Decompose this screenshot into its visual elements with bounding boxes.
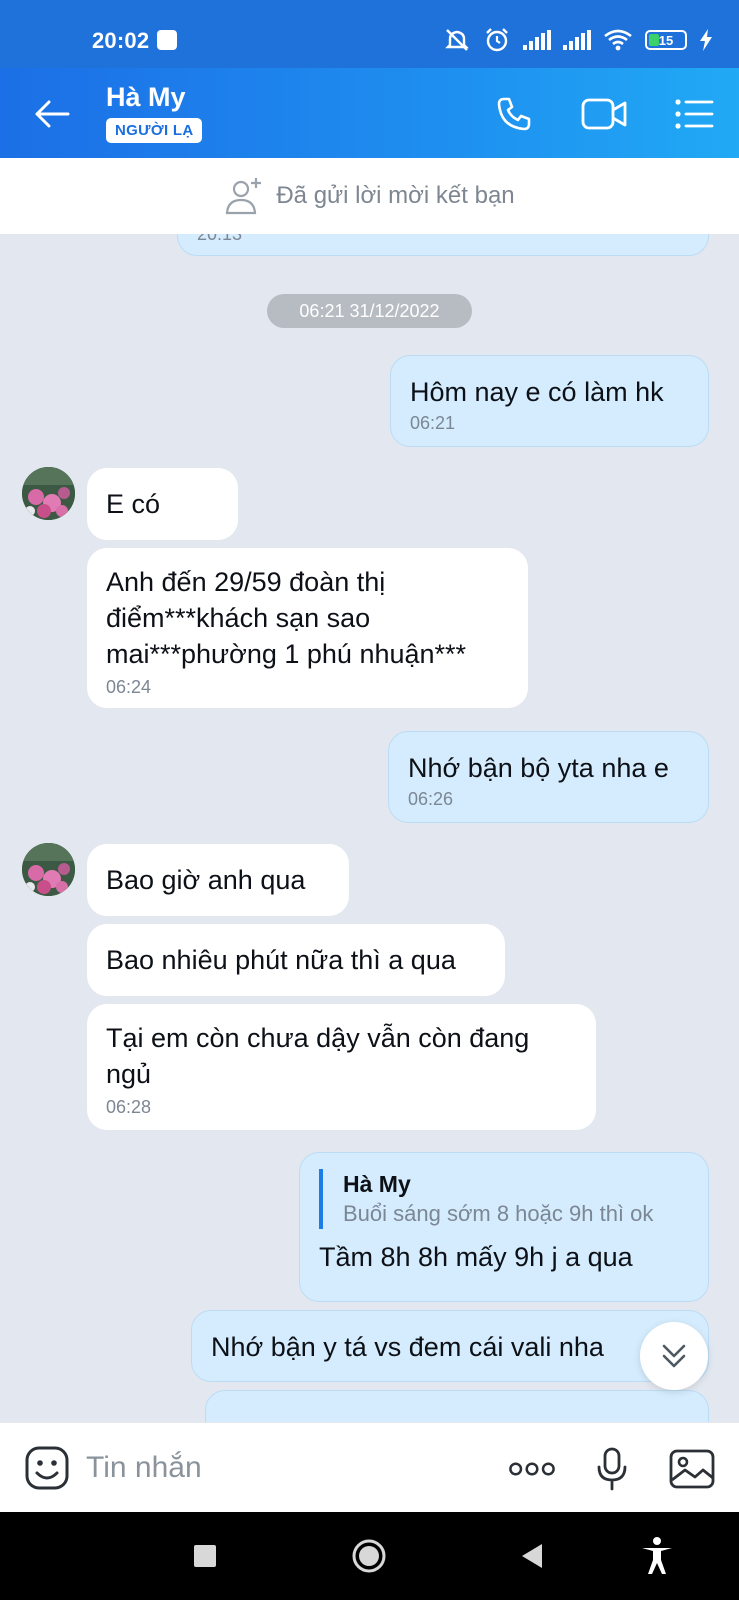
system-navigation-bar xyxy=(0,1512,739,1600)
contact-name[interactable]: Hà My xyxy=(106,82,186,113)
message-input-bar xyxy=(0,1422,739,1512)
message-text: Bao nhiêu phút nữa thì a qua xyxy=(106,945,456,975)
contact-avatar[interactable] xyxy=(22,467,75,520)
message-bubble-incoming[interactable]: Bao giờ anh qua xyxy=(87,844,349,916)
signal-2-icon xyxy=(563,30,591,50)
signal-1-icon xyxy=(523,30,551,50)
friend-request-text: Đã gửi lời mời kết bạn xyxy=(276,182,515,209)
contact-avatar[interactable] xyxy=(22,843,75,896)
message-input[interactable] xyxy=(86,1445,466,1491)
friend-request-banner: Đã gửi lời mời kết bạn xyxy=(0,158,739,234)
send-image-button[interactable] xyxy=(668,1445,716,1493)
microphone-icon xyxy=(597,1447,627,1491)
message-text: Bao giờ anh qua xyxy=(106,865,306,895)
battery-icon: 15 xyxy=(645,30,687,50)
charging-icon xyxy=(700,29,712,51)
message-time: 20:13 xyxy=(197,234,243,244)
voice-message-button[interactable] xyxy=(588,1445,636,1493)
status-icons: 15 xyxy=(443,26,713,54)
message-bubble-outgoing[interactable]: Nhớ bận y tá vs đem cái vali nha xyxy=(191,1310,709,1382)
quoted-sender: Hà My xyxy=(343,1171,411,1197)
message-list[interactable]: 20:13 06:21 31/12/2022 Hôm nay e có làm … xyxy=(0,234,739,1422)
home-button[interactable] xyxy=(345,1532,393,1580)
message-time: 06:26 xyxy=(408,789,454,809)
image-gallery-icon xyxy=(669,1449,715,1489)
message-bubble-partial[interactable] xyxy=(205,1390,709,1422)
battery-level: 15 xyxy=(658,32,674,48)
message-text-line: Tại em còn chưa dậy vẫn còn đang xyxy=(106,1023,530,1053)
notification-square-icon xyxy=(157,30,177,50)
message-bubble-outgoing[interactable]: Nhớ bận bộ yta nha e 06:26 xyxy=(388,731,709,823)
message-bubble-incoming[interactable]: Anh đến 29/59 đoàn thị điểm***khách sạn … xyxy=(87,548,528,708)
triangle-back-icon xyxy=(522,1544,542,1568)
quoted-message[interactable]: Hà My Buổi sáng sớm 8 hoặc 9h thì ok xyxy=(319,1169,689,1229)
menu-list-icon xyxy=(675,99,714,129)
message-bubble-outgoing-reply[interactable]: Hà My Buổi sáng sớm 8 hoặc 9h thì ok Tầm… xyxy=(299,1152,709,1302)
message-text: E có xyxy=(106,489,161,519)
avatar-flowers-image xyxy=(22,843,75,896)
message-text-line: điểm***khách sạn sao xyxy=(106,603,371,633)
alarm-icon xyxy=(486,28,508,52)
message-bubble-outgoing[interactable]: Hôm nay e có làm hk 06:21 xyxy=(390,355,709,447)
mute-bell-icon xyxy=(445,29,469,51)
message-text-line: ngủ xyxy=(106,1059,152,1089)
accessibility-button[interactable] xyxy=(633,1532,681,1580)
more-options-button[interactable] xyxy=(508,1445,556,1493)
message-time: 06:24 xyxy=(106,677,152,697)
circle-home-icon xyxy=(352,1539,386,1573)
message-bubble-partial[interactable]: 20:13 xyxy=(177,234,709,256)
video-call-button[interactable] xyxy=(580,90,628,138)
back-nav-button[interactable] xyxy=(508,1532,556,1580)
message-text-line: Anh đến 29/59 đoàn thị xyxy=(106,567,386,597)
recent-apps-button[interactable] xyxy=(181,1532,229,1580)
message-text: Nhớ bận y tá vs đem cái vali nha xyxy=(211,1332,604,1362)
video-call-icon xyxy=(581,98,627,130)
avatar-flowers-image xyxy=(22,467,75,520)
add-friend-icon xyxy=(226,178,262,215)
message-text: Nhớ bận bộ yta nha e xyxy=(408,753,669,783)
message-text: Hôm nay e có làm hk xyxy=(410,377,664,407)
stranger-badge: NGƯỜI LẠ xyxy=(106,118,203,143)
status-bar: 20:02 15 xyxy=(0,0,739,68)
message-time: 06:21 xyxy=(410,413,456,433)
voice-call-button[interactable] xyxy=(490,90,538,138)
date-separator: 06:21 31/12/2022 xyxy=(267,294,472,328)
accessibility-icon xyxy=(642,1537,672,1574)
message-bubble-incoming[interactable]: E có xyxy=(87,468,238,540)
quoted-text: Buổi sáng sớm 8 hoặc 9h thì ok xyxy=(343,1201,654,1226)
wifi-icon xyxy=(604,29,632,51)
chat-header: Hà My NGƯỜI LẠ xyxy=(0,68,739,158)
back-button[interactable] xyxy=(28,90,76,138)
scroll-to-bottom-button[interactable] xyxy=(640,1322,708,1390)
message-text-line: mai***phường 1 phú nhuận*** xyxy=(106,639,467,669)
back-arrow-icon xyxy=(35,100,70,128)
phone-icon xyxy=(497,97,531,131)
menu-button[interactable] xyxy=(670,90,718,138)
more-dots-icon xyxy=(509,1462,555,1476)
message-bubble-incoming[interactable]: Tại em còn chưa dậy vẫn còn đang ngủ 06:… xyxy=(87,1004,596,1130)
message-text: Tầm 8h 8h mấy 9h j a qua xyxy=(319,1242,633,1272)
emoji-sticker-icon[interactable] xyxy=(24,1445,70,1491)
status-time: 20:02 xyxy=(92,28,150,53)
message-bubble-incoming[interactable]: Bao nhiêu phút nữa thì a qua xyxy=(87,924,505,996)
message-time: 06:28 xyxy=(106,1097,152,1117)
double-chevron-down-icon xyxy=(662,1344,686,1368)
square-icon xyxy=(194,1545,216,1567)
